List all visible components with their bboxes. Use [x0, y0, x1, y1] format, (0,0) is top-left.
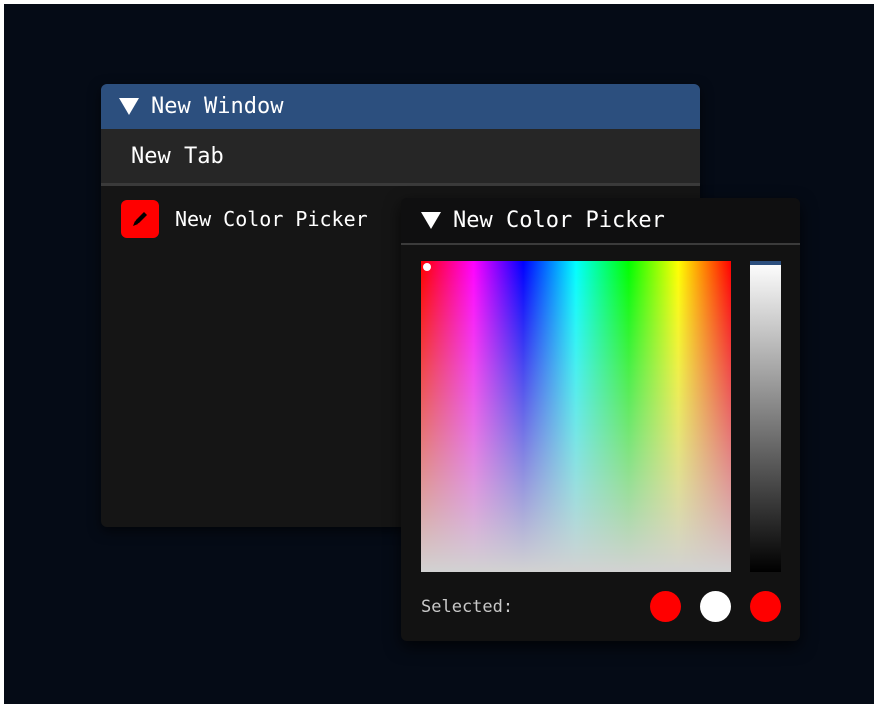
color-picker-titlebar[interactable]: New Color Picker — [401, 198, 800, 245]
main-window-titlebar[interactable]: New Window — [101, 84, 700, 129]
list-item-color-picker[interactable]: New Color Picker — [121, 200, 368, 238]
selected-label: Selected: — [421, 597, 514, 617]
workspace-background: New Window New Tab New Color Picker New … — [4, 4, 874, 704]
selected-color-swatch[interactable] — [750, 591, 781, 622]
color-picker-title: New Color Picker — [453, 208, 665, 233]
tab-bar: New Tab — [101, 129, 700, 186]
collapse-triangle-icon[interactable] — [421, 212, 441, 229]
color-swatch-button[interactable] — [121, 200, 159, 238]
pencil-icon — [133, 212, 147, 226]
saturation-hue-area[interactable] — [421, 261, 731, 572]
list-item-label: New Color Picker — [175, 207, 368, 231]
main-window-title: New Window — [151, 94, 284, 119]
selected-color-swatch[interactable] — [650, 591, 681, 622]
value-slider[interactable] — [750, 261, 781, 572]
selected-color-swatch[interactable] — [700, 591, 731, 622]
color-picker-popup: New Color Picker Selected: — [401, 198, 800, 641]
value-slider-marker[interactable] — [750, 261, 781, 265]
tab-new-tab[interactable]: New Tab — [101, 144, 224, 169]
color-selection-handle[interactable] — [423, 263, 431, 271]
collapse-triangle-icon[interactable] — [119, 98, 139, 115]
